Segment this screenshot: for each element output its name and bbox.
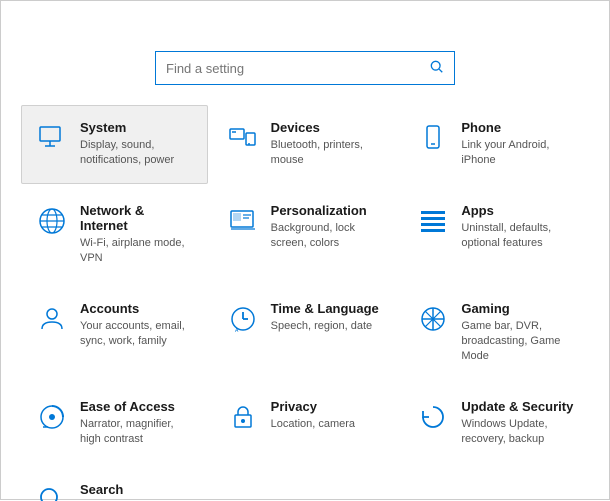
- personalization-title: Personalization: [271, 203, 386, 218]
- search-icon: [430, 60, 444, 77]
- apps-desc: Uninstall, defaults, optional features: [461, 221, 576, 252]
- time-icon: A: [225, 301, 261, 337]
- search-input[interactable]: [166, 61, 430, 76]
- title-bar-controls: [463, 1, 601, 33]
- personalization-icon: [225, 203, 261, 239]
- system-desc: Display, sound, notifications, power: [80, 138, 195, 169]
- personalization-desc: Background, lock screen, colors: [271, 221, 386, 252]
- close-button[interactable]: [555, 1, 601, 33]
- gaming-desc: Game bar, DVR, broadcasting, Game Mode: [461, 319, 576, 365]
- ease-title: Ease of Access: [80, 399, 195, 414]
- network-icon: [34, 203, 70, 239]
- apps-title: Apps: [461, 203, 576, 218]
- minimize-button[interactable]: [463, 1, 509, 33]
- settings-item-devices[interactable]: Devices Bluetooth, printers, mouse: [212, 105, 399, 184]
- gaming-icon: [415, 301, 451, 337]
- search-bar[interactable]: [155, 51, 455, 85]
- phone-title: Phone: [461, 120, 576, 135]
- settings-item-ease[interactable]: Ease of Access Narrator, magnifier, high…: [21, 384, 208, 463]
- apps-icon: [415, 203, 451, 239]
- ease-desc: Narrator, magnifier, high contrast: [80, 417, 195, 448]
- gaming-title: Gaming: [461, 301, 576, 316]
- privacy-icon: [225, 399, 261, 435]
- settings-item-privacy[interactable]: Privacy Location, camera: [212, 384, 399, 463]
- update-desc: Windows Update, recovery, backup: [461, 417, 576, 448]
- settings-item-system[interactable]: System Display, sound, notifications, po…: [21, 105, 208, 184]
- ease-icon: [34, 399, 70, 435]
- time-title: Time & Language: [271, 301, 379, 316]
- settings-item-personalization[interactable]: Personalization Background, lock screen,…: [212, 188, 399, 282]
- time-desc: Speech, region, date: [271, 319, 379, 334]
- search-icon: [34, 482, 70, 501]
- privacy-desc: Location, camera: [271, 417, 355, 432]
- maximize-button[interactable]: [509, 1, 555, 33]
- accounts-desc: Your accounts, email, sync, work, family: [80, 319, 195, 350]
- settings-item-phone[interactable]: Phone Link your Android, iPhone: [402, 105, 589, 184]
- settings-item-update[interactable]: Update & Security Windows Update, recove…: [402, 384, 589, 463]
- search-title: Search: [80, 482, 195, 497]
- settings-item-network[interactable]: Network & Internet Wi-Fi, airplane mode,…: [21, 188, 208, 282]
- system-icon: [34, 120, 70, 156]
- devices-title: Devices: [271, 120, 386, 135]
- system-title: System: [80, 120, 195, 135]
- privacy-title: Privacy: [271, 399, 355, 414]
- devices-desc: Bluetooth, printers, mouse: [271, 138, 386, 169]
- network-title: Network & Internet: [80, 203, 195, 233]
- settings-item-search[interactable]: Search Language, permissions, history: [21, 467, 208, 501]
- settings-item-apps[interactable]: Apps Uninstall, defaults, optional featu…: [402, 188, 589, 282]
- update-icon: [415, 399, 451, 435]
- settings-grid: System Display, sound, notifications, po…: [21, 105, 589, 501]
- network-desc: Wi-Fi, airplane mode, VPN: [80, 236, 195, 267]
- update-title: Update & Security: [461, 399, 576, 414]
- devices-icon: [225, 120, 261, 156]
- settings-item-accounts[interactable]: Accounts Your accounts, email, sync, wor…: [21, 286, 208, 380]
- title-bar: [1, 1, 609, 33]
- settings-item-gaming[interactable]: Gaming Game bar, DVR, broadcasting, Game…: [402, 286, 589, 380]
- settings-item-time[interactable]: A Time & Language Speech, region, date: [212, 286, 399, 380]
- phone-desc: Link your Android, iPhone: [461, 138, 576, 169]
- accounts-title: Accounts: [80, 301, 195, 316]
- accounts-icon: [34, 301, 70, 337]
- phone-icon: [415, 120, 451, 156]
- settings-content: System Display, sound, notifications, po…: [1, 33, 609, 501]
